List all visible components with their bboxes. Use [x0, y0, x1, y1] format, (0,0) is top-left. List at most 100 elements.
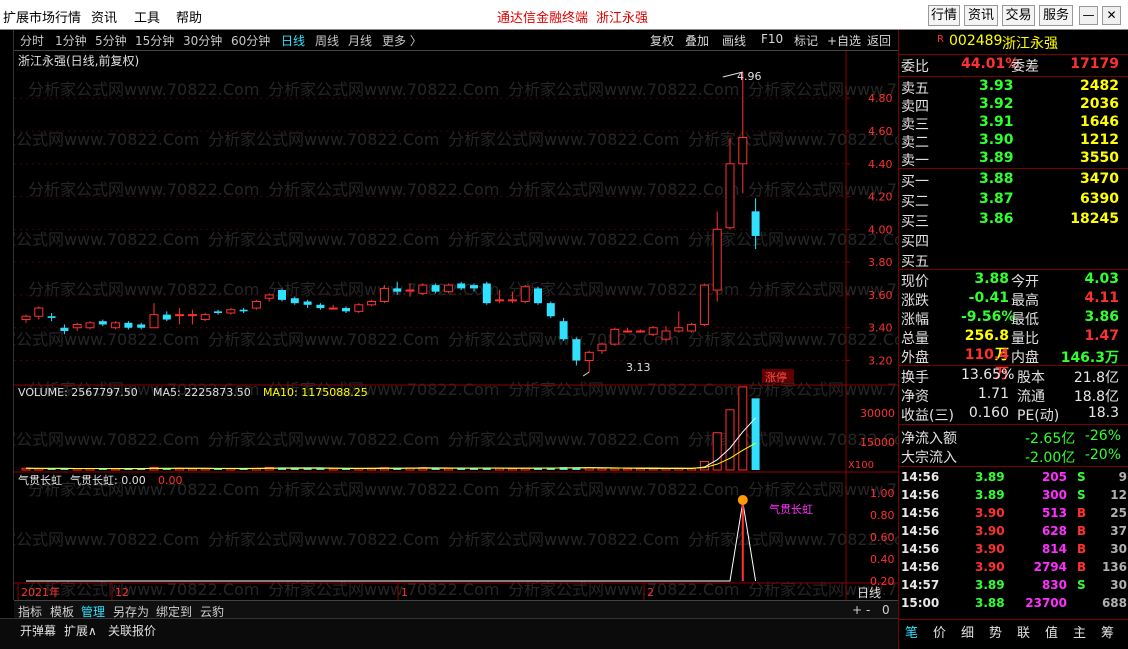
indicator-tick-label: 0.60 [870, 531, 895, 544]
stat2-label: 换手 [901, 370, 929, 386]
volume-unit: X100 [848, 460, 874, 471]
tick-price: 3.89 [975, 578, 1005, 592]
price-tick-label: 3.40 [868, 322, 893, 335]
detail-tab[interactable]: 势 [989, 622, 1002, 641]
kline-svg[interactable]: 分析家公式网www.70822.Com 分析家公式网www.70822.Com 分析… [0, 51, 979, 600]
price-axis-labels: 4.80 4.60 4.40 4.20 4.00 3.80 3.60 3.40 3.20 [868, 92, 893, 367]
watermark-text: 分析家公式网www.70822.Com [208, 330, 439, 349]
price-tick-label: 4.00 [868, 223, 893, 236]
period-day[interactable]: 日线 [281, 32, 305, 49]
bid-row: 买二 3.87 6390 [899, 191, 1128, 210]
mark-button[interactable]: 标记 [794, 32, 818, 49]
stat2-value: 18.3 [1087, 405, 1119, 421]
watermark-text: 分析家公式网www.70822.Com [448, 530, 679, 549]
watermark-text: 分析家公式网www.70822.Com [14, 230, 199, 249]
danmaku-button[interactable]: 开弹幕 [20, 622, 56, 639]
zoom-out-button[interactable]: - [866, 603, 870, 617]
volume-bar [623, 468, 633, 471]
weibi-row: 委比 44.01% 委差 17179 [899, 56, 1128, 75]
candle-body [584, 351, 594, 362]
bid-row: 买五 [899, 251, 1128, 270]
price-tick-label: 4.40 [868, 158, 893, 171]
f10-button[interactable]: F10 [761, 32, 783, 46]
tick-side: B [1077, 542, 1087, 556]
bid-price: 3.88 [979, 171, 1014, 187]
stock-header: R 002489 浙江永强 [899, 33, 1128, 52]
bid-volume: 3470 [1080, 171, 1119, 187]
detail-tab[interactable]: 主 [1073, 622, 1086, 641]
ask-price: 3.93 [979, 78, 1014, 94]
watermark-text: 分析家公式网www.70822.Com [268, 80, 499, 99]
detail-tab[interactable]: 价 [933, 622, 946, 641]
stat-value: 4.03 [1084, 271, 1119, 287]
margin-flag: R [937, 34, 944, 45]
overlay-button[interactable]: 叠加 [685, 32, 709, 49]
menu-help[interactable]: 帮助 [176, 7, 202, 26]
indicator-tick-label: 0.80 [870, 509, 895, 522]
menu-tools[interactable]: 工具 [134, 7, 160, 26]
news-button[interactable]: 资讯 [964, 5, 998, 26]
zoom-reset-button[interactable]: 0 [882, 603, 890, 617]
ask-row: 卖二 3.90 1212 [899, 132, 1128, 151]
watermark-text: 分析家公式网www.70822.Com [14, 330, 199, 349]
candle-body [342, 308, 350, 312]
extend-button[interactable]: 扩展∧ [64, 622, 97, 639]
bid-label: 买二 [901, 194, 929, 210]
stat2-label: 流通 [1017, 389, 1045, 405]
stat2-value: 13.65% [961, 367, 1015, 383]
volume-bar [507, 468, 517, 471]
candle-body [379, 287, 389, 303]
period-30min[interactable]: 30分钟 [183, 32, 222, 49]
tick-count: 12 [1110, 488, 1127, 502]
detail-tab[interactable]: 笔 [905, 622, 918, 641]
candle-body [699, 284, 709, 325]
bid-row: 买四 [899, 231, 1128, 250]
candle-body [572, 339, 581, 361]
related-quote-button[interactable]: 关联报价 [108, 622, 156, 639]
stock-title: 浙江永强 [596, 11, 649, 26]
watermark-text: 分析家公式网www.70822.Com [508, 80, 739, 99]
stat-label: 总量 [901, 331, 929, 347]
minimize-icon[interactable]: — [1079, 6, 1098, 25]
stat-row: 涨幅 -9.56% 最低 3.86 [899, 309, 1128, 328]
trade-button[interactable]: 交易 [1002, 5, 1035, 26]
period-more[interactable]: 更多 〉 [382, 32, 422, 49]
ask-price: 3.92 [979, 96, 1014, 112]
bid-price: 3.86 [979, 211, 1014, 227]
candle-body [187, 314, 197, 317]
period-tick[interactable]: 分时 [20, 32, 44, 49]
period-week[interactable]: 周线 [315, 32, 339, 49]
candle-body [316, 304, 325, 309]
stat-label: 涨跌 [901, 293, 929, 309]
service-button[interactable]: 服务 [1039, 5, 1073, 26]
detail-tab[interactable]: 联 [1017, 622, 1030, 641]
stat2-label: 收益(三) [901, 408, 954, 424]
period-5min[interactable]: 5分钟 [95, 32, 127, 49]
period-15min[interactable]: 15分钟 [135, 32, 174, 49]
quote-button[interactable]: 行情 [928, 5, 960, 26]
candle-body [124, 322, 133, 328]
detail-tab[interactable]: 细 [961, 622, 974, 641]
tick-time: 15:00 [901, 596, 940, 610]
period-month[interactable]: 月线 [348, 32, 372, 49]
detail-tab[interactable]: 筹 [1101, 622, 1114, 641]
kline-chart[interactable]: 分析家公式网www.70822.Com 分析家公式网www.70822.Com 分析… [0, 51, 979, 600]
draw-button[interactable]: 画线 [722, 32, 746, 49]
detail-tab[interactable]: 值 [1045, 622, 1058, 641]
menu-news[interactable]: 资讯 [91, 7, 117, 26]
chart-title: 浙江永强(日线,前复权) [18, 53, 139, 68]
stat2-value: 21.8亿 [1073, 370, 1119, 386]
add-watchlist-button[interactable]: +自选 [827, 32, 861, 49]
quote-panel: R 002489 浙江永强 委比 44.01% 委差 17179 卖五 3.93 2… [898, 30, 1128, 649]
watermark-text: 分析家公式网www.70822.Com [208, 230, 439, 249]
close-icon[interactable]: ✕ [1102, 6, 1121, 25]
candle-body [226, 309, 236, 314]
back-button[interactable]: 返回 [867, 32, 891, 49]
period-60min[interactable]: 60分钟 [231, 32, 270, 49]
adjust-button[interactable]: 复权 [650, 32, 674, 49]
period-1min[interactable]: 1分钟 [55, 32, 87, 49]
menu-extended-market[interactable]: 扩展市场行情 [3, 7, 81, 26]
stat2-value: 18.8亿 [1073, 389, 1119, 405]
tick-row: 14:56 3.89 300 S 12 [899, 488, 1128, 506]
zoom-in-button[interactable]: + [852, 603, 862, 617]
